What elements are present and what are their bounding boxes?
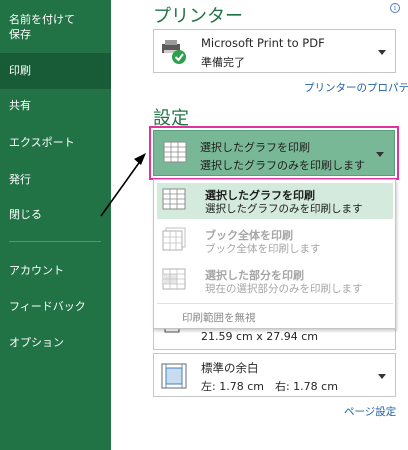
nav-feedback-label: フィードバック <box>9 300 86 313</box>
chart-sheet-icon <box>163 141 187 163</box>
nav-close[interactable]: 閉じる <box>0 207 111 222</box>
menu-item-desc: ブック全体を印刷します <box>205 243 321 255</box>
ignore-print-area-option[interactable]: 印刷範囲を無視 <box>182 310 256 325</box>
menu-item-desc: 現在の選択部分のみを印刷します <box>205 283 363 295</box>
nav-export[interactable]: エクスポート <box>0 135 111 150</box>
print-pane: プリンター i Microsoft Print to PDF 準備完了 プリンタ… <box>111 0 408 450</box>
workbook-icon <box>162 227 186 251</box>
page-setup-link[interactable]: ページ設定 <box>344 404 396 419</box>
nav-save-as-line1: 名前を付けて <box>9 13 75 26</box>
menu-item-print-workbook[interactable]: ブック全体を印刷 ブック全体を印刷します <box>157 223 393 259</box>
nav-print-label: 印刷 <box>9 64 31 77</box>
print-what-desc: 選択したグラフのみを印刷します <box>200 159 365 172</box>
selection-icon <box>162 268 186 290</box>
nav-account[interactable]: アカウント <box>0 263 111 278</box>
menu-separator <box>157 303 393 304</box>
print-what-dropdown[interactable]: 選択したグラフを印刷 選択したグラフのみを印刷します <box>153 130 395 176</box>
printer-icon <box>162 40 186 64</box>
margins-detail: 左: 1.78 cm 右: 1.78 cm <box>201 380 338 393</box>
nav-options[interactable]: オプション <box>0 335 111 350</box>
nav-export-label: エクスポート <box>9 136 75 149</box>
print-what-highlight: 選択したグラフを印刷 選択したグラフのみを印刷します <box>149 126 399 180</box>
margins-icon <box>161 363 187 389</box>
nav-share-label: 共有 <box>9 99 31 112</box>
margins-title: 標準の余白 <box>201 361 259 375</box>
nav-print[interactable]: 印刷 <box>0 53 111 89</box>
margins-dropdown[interactable]: 標準の余白 左: 1.78 cm 右: 1.78 cm <box>153 353 396 397</box>
printer-name: Microsoft Print to PDF <box>201 36 325 50</box>
menu-item-print-chart[interactable]: 選択したグラフを印刷 選択したグラフのみを印刷します <box>157 183 393 219</box>
paper-size-text: 21.59 cm x 27.94 cm <box>201 330 319 343</box>
menu-item-print-selection[interactable]: 選択した部分を印刷 現在の選択部分のみを印刷します <box>157 263 393 299</box>
chart-sheet-icon <box>162 188 186 210</box>
printer-properties-link[interactable]: プリンターのプロパティ <box>304 80 408 95</box>
nav-share[interactable]: 共有 <box>0 98 111 113</box>
print-what-menu: 選択したグラフを印刷 選択したグラフのみを印刷します ブック全体を印刷 ブック全… <box>153 179 396 329</box>
chevron-down-icon <box>378 50 386 55</box>
nav-account-label: アカウント <box>9 264 64 277</box>
nav-close-label: 閉じる <box>9 208 42 221</box>
info-icon[interactable]: i <box>390 3 400 13</box>
printer-section-title: プリンター <box>153 6 243 27</box>
nav-publish-label: 発行 <box>9 173 31 186</box>
nav-feedback[interactable]: フィードバック <box>0 299 111 314</box>
nav-save-as[interactable]: 名前を付けて 保存 <box>0 12 111 42</box>
nav-separator <box>9 241 101 242</box>
backstage-sidebar: 名前を付けて 保存 印刷 共有 エクスポート 発行 閉じる アカウント フィード… <box>0 0 111 450</box>
nav-save-as-line2: 保存 <box>9 28 31 41</box>
nav-publish[interactable]: 発行 <box>0 172 111 187</box>
chevron-down-icon <box>378 374 386 379</box>
nav-options-label: オプション <box>9 336 64 349</box>
printer-dropdown[interactable]: Microsoft Print to PDF 準備完了 <box>153 29 396 73</box>
print-what-title: 選択したグラフを印刷 <box>200 141 310 154</box>
chevron-down-icon <box>376 152 384 157</box>
printer-status: 準備完了 <box>201 56 245 69</box>
menu-item-desc: 選択したグラフのみを印刷します <box>205 203 363 215</box>
